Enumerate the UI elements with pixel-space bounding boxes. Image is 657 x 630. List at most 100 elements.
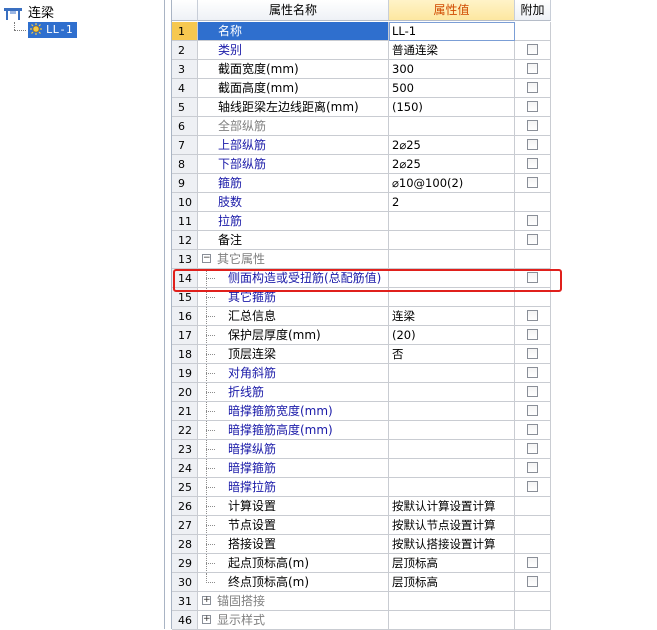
table-row[interactable]: 11 拉筋 [172,212,657,231]
extra-checkbox[interactable] [527,215,538,226]
property-name[interactable]: 轴线距梁左边线距离(mm) [198,98,389,117]
table-row[interactable]: 18 顶层连梁 否 [172,345,657,364]
property-value[interactable] [389,611,515,630]
property-name[interactable]: − 其它属性 [198,250,389,269]
extra-checkbox[interactable] [527,177,538,188]
expand-icon[interactable]: + [202,615,211,624]
extra-checkbox[interactable] [527,158,538,169]
extra-checkbox[interactable] [527,63,538,74]
property-value[interactable] [389,459,515,478]
table-row[interactable]: 30 终点顶标高(m) 层顶标高 [172,573,657,592]
table-row[interactable]: 46 + 显示样式 [172,611,657,630]
property-name[interactable]: 截面高度(mm) [198,79,389,98]
extra-checkbox[interactable] [527,386,538,397]
table-row[interactable]: 2 类别 普通连梁 [172,41,657,60]
property-value[interactable] [389,250,515,269]
extra-checkbox[interactable] [527,576,538,587]
table-row[interactable]: 4 截面高度(mm) 500 [172,79,657,98]
property-name[interactable]: 暗撑箍筋 [198,459,389,478]
property-name[interactable]: 类别 [198,41,389,60]
property-name[interactable]: 截面宽度(mm) [198,60,389,79]
extra-checkbox[interactable] [527,272,538,283]
extra-checkbox[interactable] [527,120,538,131]
table-row[interactable]: 14 侧面构造或受扭筋(总配筋值) [172,269,657,288]
table-row[interactable]: 3 截面宽度(mm) 300 [172,60,657,79]
property-name[interactable]: 暗撑拉筋 [198,478,389,497]
extra-checkbox[interactable] [527,367,538,378]
property-value[interactable]: (150) [389,98,515,117]
property-name[interactable]: 汇总信息 [198,307,389,326]
property-value[interactable] [389,383,515,402]
extra-checkbox[interactable] [527,405,538,416]
property-value[interactable] [389,288,515,307]
property-name[interactable]: 折线筋 [198,383,389,402]
table-row[interactable]: 24 暗撑箍筋 [172,459,657,478]
extra-checkbox[interactable] [527,462,538,473]
property-name[interactable]: 暗撑箍筋高度(mm) [198,421,389,440]
table-row[interactable]: 10 肢数 2 [172,193,657,212]
table-row[interactable]: 20 折线筋 [172,383,657,402]
property-name[interactable]: 肢数 [198,193,389,212]
property-name[interactable]: 全部纵筋 [198,117,389,136]
property-name[interactable]: 节点设置 [198,516,389,535]
property-value[interactable]: 300 [389,60,515,79]
extra-checkbox[interactable] [527,44,538,55]
extra-checkbox[interactable] [527,82,538,93]
table-row[interactable]: 29 起点顶标高(m) 层顶标高 [172,554,657,573]
extra-checkbox[interactable] [527,329,538,340]
header-property-name[interactable]: 属性名称 [198,0,389,21]
property-value[interactable]: 按默认计算设置计算 [389,497,515,516]
table-row[interactable]: 6 全部纵筋 [172,117,657,136]
table-row[interactable]: 26 计算设置 按默认计算设置计算 [172,497,657,516]
table-row[interactable]: 23 暗撑纵筋 [172,440,657,459]
extra-checkbox[interactable] [527,139,538,150]
collapse-icon[interactable]: − [202,254,211,263]
extra-checkbox[interactable] [527,310,538,321]
table-row[interactable]: 21 暗撑箍筋宽度(mm) [172,402,657,421]
table-row[interactable]: 5 轴线距梁左边线距离(mm) (150) [172,98,657,117]
property-value[interactable]: 按默认节点设置计算 [389,516,515,535]
property-value[interactable] [389,592,515,611]
table-row[interactable]: 17 保护层厚度(mm) (20) [172,326,657,345]
table-row[interactable]: 19 对角斜筋 [172,364,657,383]
property-value[interactable]: (20) [389,326,515,345]
property-name[interactable]: 起点顶标高(m) [198,554,389,573]
property-value[interactable]: LL-1 [389,22,515,41]
tree-item-ll-1[interactable]: LL-1 [28,22,77,38]
table-row[interactable]: 28 搭接设置 按默认搭接设置计算 [172,535,657,554]
property-value[interactable]: ⌀10@100(2) [389,174,515,193]
property-name[interactable]: 保护层厚度(mm) [198,326,389,345]
property-name[interactable]: 名称 [198,22,389,41]
table-row[interactable]: 8 下部纵筋 2⌀25 [172,155,657,174]
header-extra[interactable]: 附加 [515,0,551,21]
property-name[interactable]: 计算设置 [198,497,389,516]
table-row[interactable]: 16 汇总信息 连梁 [172,307,657,326]
header-property-value[interactable]: 属性值 [389,0,515,21]
expand-icon[interactable]: + [202,596,211,605]
table-row[interactable]: 1 名称 LL-1 [172,22,657,41]
extra-checkbox[interactable] [527,101,538,112]
table-row[interactable]: 22 暗撑箍筋高度(mm) [172,421,657,440]
table-row[interactable]: 9 箍筋 ⌀10@100(2) [172,174,657,193]
property-name[interactable]: 暗撑纵筋 [198,440,389,459]
property-name[interactable]: 顶层连梁 [198,345,389,364]
property-value[interactable] [389,212,515,231]
property-value[interactable] [389,478,515,497]
property-value[interactable]: 2⌀25 [389,136,515,155]
property-value[interactable]: 普通连梁 [389,41,515,60]
property-name[interactable]: 拉筋 [198,212,389,231]
property-value[interactable]: 连梁 [389,307,515,326]
property-name[interactable]: 备注 [198,231,389,250]
property-name[interactable]: + 显示样式 [198,611,389,630]
property-name[interactable]: 暗撑箍筋宽度(mm) [198,402,389,421]
property-value[interactable] [389,440,515,459]
property-value[interactable]: 2 [389,193,515,212]
property-name[interactable]: 箍筋 [198,174,389,193]
property-value[interactable] [389,421,515,440]
property-value[interactable] [389,117,515,136]
table-row[interactable]: 7 上部纵筋 2⌀25 [172,136,657,155]
extra-checkbox[interactable] [527,443,538,454]
property-name[interactable]: 下部纵筋 [198,155,389,174]
property-name[interactable]: 终点顶标高(m) [198,573,389,592]
property-value[interactable] [389,231,515,250]
